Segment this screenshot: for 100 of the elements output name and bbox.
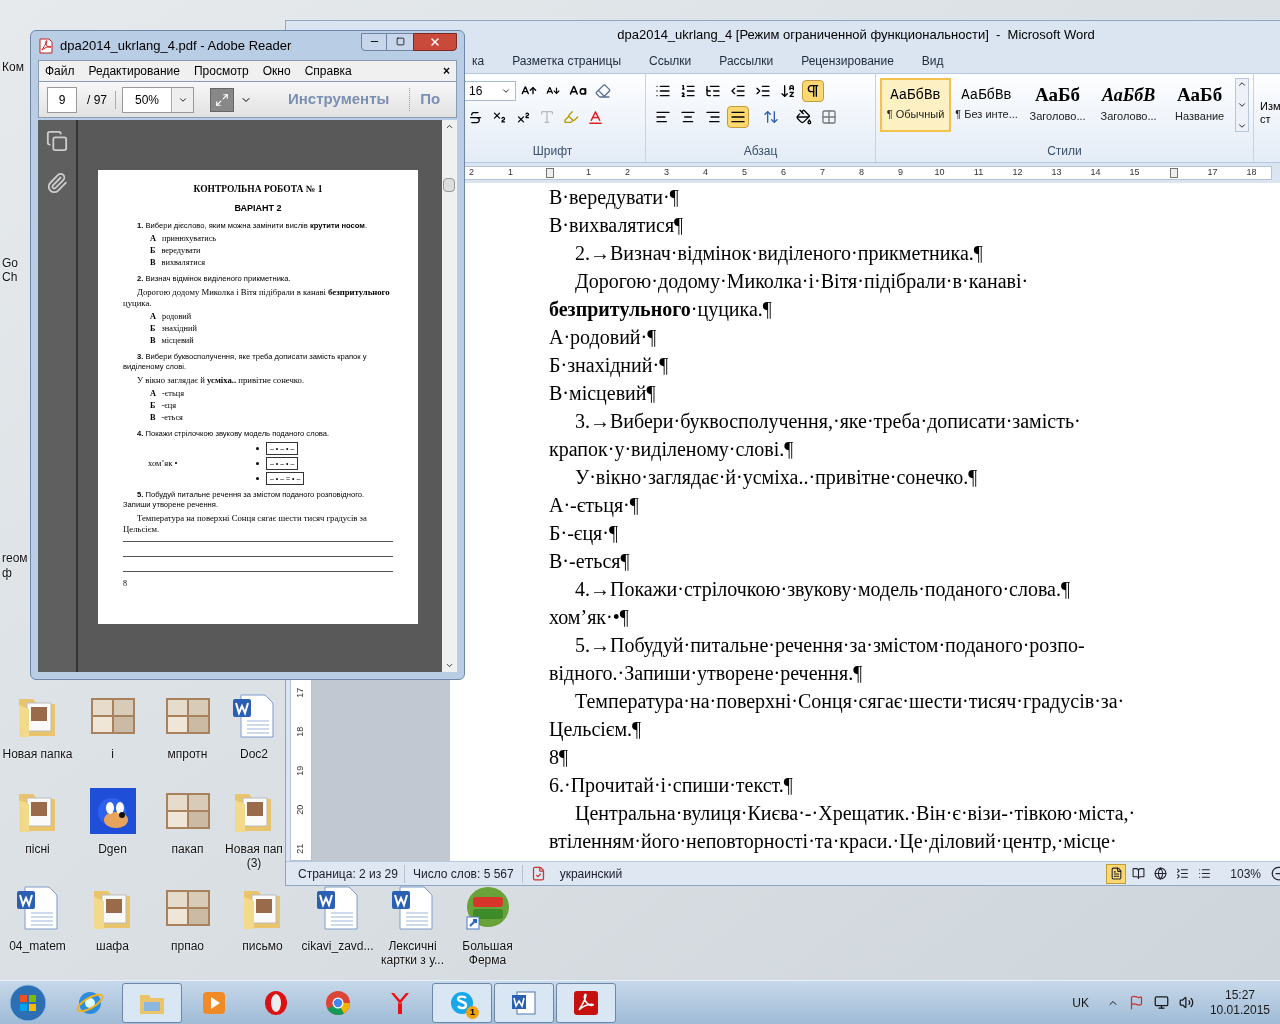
minimize-button[interactable] (361, 32, 387, 51)
align-justify-icon (730, 109, 746, 125)
print-view-button[interactable] (1106, 863, 1127, 884)
desktop-icon-label[interactable]: пісні (25, 842, 50, 856)
document-text-line: втіленням·його·неповторності·та·краси.·Це·діловий·центр,·місце· (549, 830, 1117, 852)
ruler-number: 6 (781, 166, 786, 180)
desktop-icon-label[interactable]: cikavi_zavd... (301, 939, 374, 953)
clock-date[interactable]: 10.01.2015 (1209, 1002, 1270, 1018)
align-justify-button[interactable] (727, 106, 749, 128)
word-count-status[interactable]: Число слов: 5 567 (404, 864, 523, 883)
vertical-scrollbar[interactable] (442, 120, 457, 672)
scroll-up-icon (1237, 79, 1248, 89)
fit-page-button[interactable] (210, 87, 234, 112)
document-text-line: Центральна·вулиця·Києва·-·Хрещатик.·Він·є·візи-·тівкою·міста,· (575, 802, 1136, 824)
document-text-line: 3.→Вибери·буквосполучення,·яке·треба·дописати·замість· (575, 410, 1081, 432)
increase-indent-icon (755, 83, 771, 99)
option-letter: Б (150, 399, 156, 412)
pdf-example-word: хом’як • (148, 456, 179, 470)
indent-marker-icon[interactable] (545, 168, 554, 178)
desktop-icon-label[interactable]: Новая папка (2, 747, 73, 761)
taskbar-app-button[interactable] (556, 982, 616, 1023)
line-spacing-icon (763, 109, 779, 125)
spelling-check-icon[interactable] (530, 866, 546, 881)
option-text: вередувати (161, 244, 201, 257)
ruler-number: 7 (820, 166, 825, 180)
ribbon-tab[interactable]: Рецензирование (787, 52, 908, 70)
taskbar-app-button[interactable] (122, 982, 182, 1023)
ruler-number: 4 (703, 166, 708, 180)
flag-icon[interactable] (1128, 995, 1144, 1010)
desktop-icon-label: Go (2, 255, 18, 272)
group-label: Стили (1046, 143, 1083, 160)
text-effects-icon (539, 109, 555, 125)
menu-item[interactable]: Справка (304, 62, 352, 80)
change-styles-label: ст (1260, 113, 1271, 126)
document-text-line: 5.→Побудуй·питальне·речення·за·змістом·поданого·розпо- (575, 634, 1085, 656)
desktop-icon-label[interactable]: Новая пап (3) (224, 842, 284, 870)
desktop-icon-label[interactable]: i (111, 747, 114, 761)
desktop-icon-label[interactable]: Dgen (98, 842, 127, 856)
desktop-icon-label[interactable]: 04_matem (9, 939, 66, 953)
option-letter: Б (150, 322, 156, 335)
scroll-thumb[interactable] (443, 178, 455, 192)
style-gallery-item[interactable]: АаБбВ Заголово... (1093, 78, 1165, 132)
indent-marker-icon[interactable] (1169, 168, 1178, 178)
ribbon-tab[interactable]: Вид (907, 52, 958, 70)
window-title: dpa2014_ukrlang_4 [Режим ограниченной функциональности] - Microsoft Word (617, 26, 1095, 45)
zoom-level[interactable]: 103% (1230, 864, 1261, 883)
hedgehog-picture-icon (89, 788, 136, 834)
menu-item[interactable]: Редактирование (88, 62, 180, 80)
menu-item[interactable]: Окно (262, 62, 291, 80)
keyboard-language[interactable]: UK (1072, 993, 1089, 1012)
zoom-dropdown[interactable]: 50% (122, 86, 194, 113)
desktop-icon-label[interactable]: пакап (171, 842, 204, 856)
decrease-indent-icon (730, 83, 746, 99)
page-number-field[interactable]: 9 (47, 86, 77, 113)
desktop-icon-label[interactable]: шафа (96, 939, 129, 953)
desktop-icon-label[interactable]: мпротн (167, 747, 208, 761)
pilcrow-button[interactable] (802, 80, 824, 102)
close-document-button[interactable]: × (443, 62, 450, 80)
taskbar-app-button[interactable]: 1 (432, 982, 492, 1023)
ribbon-tab[interactable]: Разметка страницы (498, 52, 636, 70)
style-gallery-item[interactable]: АаБб Название (1164, 78, 1236, 132)
desktop-icon-label[interactable]: письмо (242, 939, 283, 953)
ruler-number: 1 (586, 166, 591, 180)
ruler-number: 21 (294, 843, 307, 854)
page-count-status[interactable]: Страница: 2 из 29 (292, 864, 405, 883)
style-gallery-item[interactable]: АаБбВв ¶ Без инте... (951, 78, 1023, 132)
paperclip-icon[interactable] (46, 172, 68, 194)
group-label: Шрифт (531, 143, 574, 160)
ruler-number: 14 (1090, 166, 1101, 180)
style-gallery-item[interactable]: АаБб Заголово... (1022, 78, 1094, 132)
strikethrough-icon (467, 109, 483, 125)
ruler-number: 5 (742, 166, 747, 180)
menu-item[interactable]: Файл (45, 62, 75, 80)
document-icon (314, 885, 361, 931)
print-view-icon (1109, 867, 1123, 880)
gallery-scrollbar[interactable] (1235, 78, 1249, 132)
desktop-icon-label[interactable]: Лексичні картки з у... (375, 939, 450, 967)
menu-item[interactable]: Просмотр (193, 62, 249, 80)
volume-icon[interactable] (1178, 995, 1194, 1010)
taskbar-app-button[interactable] (494, 982, 554, 1023)
ribbon-tab[interactable]: Ссылки (635, 52, 706, 70)
document-text-line: А·-єтьця·¶ (549, 494, 639, 516)
ribbon-tab[interactable]: Рассылки (705, 52, 788, 70)
document-text-line: 4.→Покажи·стрілочкою·звукову·модель·поданого·слова.¶ (575, 578, 1071, 600)
document-icon (14, 885, 61, 931)
pages-icon[interactable] (46, 130, 68, 152)
language-status[interactable]: украинский (553, 864, 629, 883)
desktop-icon-label[interactable]: прпао (171, 939, 204, 953)
subscript-icon (491, 109, 507, 125)
clock-time[interactable]: 15:27 (1224, 987, 1255, 1003)
close-button[interactable] (413, 32, 457, 51)
desktop-icon-label[interactable]: Большая Ферма (450, 939, 525, 967)
maximize-button[interactable] (387, 32, 413, 51)
style-gallery-item[interactable]: АаБбВв ¶ Обычный (880, 78, 952, 132)
desktop-icon-label[interactable]: Doc2 (240, 747, 268, 761)
network-icon[interactable] (1153, 995, 1169, 1010)
font-size-field[interactable]: 16 (464, 81, 516, 101)
change-styles-label: Изм (1260, 100, 1280, 113)
font-color-icon (587, 108, 604, 126)
ribbon-tab[interactable]: ка (472, 52, 499, 70)
